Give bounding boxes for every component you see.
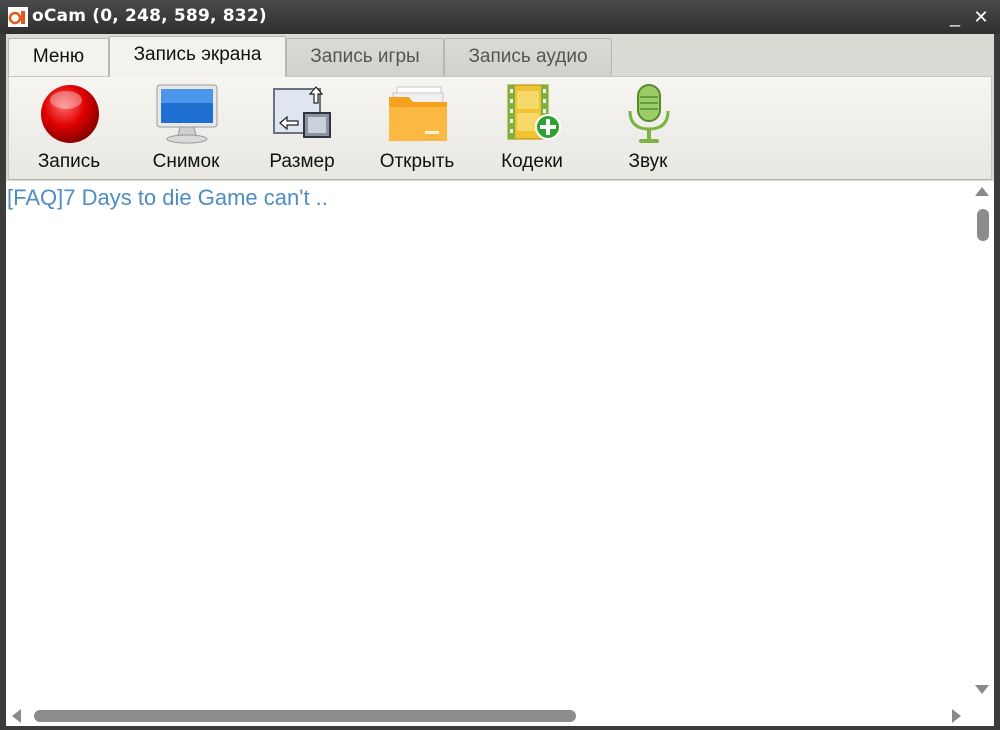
screenshot-label: Снимок [152, 151, 220, 172]
ocam-window: oCam (0, 248, 589, 832) _ ✕ Меню Запись … [0, 0, 1000, 730]
resize-icon [273, 86, 331, 138]
scroll-up-arrow-icon[interactable] [975, 187, 989, 196]
content-panel: [FAQ]7 Days to die Game can't .. [6, 181, 994, 726]
ocam-app-icon [8, 7, 28, 27]
scroll-right-arrow-icon[interactable] [952, 709, 961, 723]
minimize-button[interactable]: _ [944, 6, 966, 28]
record-icon [41, 85, 99, 143]
faq-link[interactable]: [FAQ]7 Days to die Game can't .. [7, 185, 328, 211]
sound-button[interactable]: Звук [594, 81, 702, 177]
resize-button[interactable]: Размер [248, 81, 356, 177]
title-bar[interactable]: oCam (0, 248, 589, 832) _ ✕ [0, 0, 1000, 34]
vertical-scroll-thumb[interactable] [977, 209, 989, 241]
tab-bar: Меню Запись экрана Запись игры Запись ау… [6, 34, 994, 77]
tab-game-recording[interactable]: Запись игры [286, 38, 444, 76]
tab-screen-recording[interactable]: Запись экрана [109, 36, 286, 77]
resize-label: Размер [269, 151, 335, 172]
vertical-scrollbar[interactable] [972, 181, 994, 706]
monitor-icon [156, 84, 218, 144]
codecs-label: Кодеки [501, 151, 563, 172]
window-title: oCam (0, 248, 589, 832) [32, 6, 267, 26]
record-label: Запись [37, 151, 101, 172]
tab-menu[interactable]: Меню [8, 38, 109, 76]
record-button[interactable]: Запись [15, 81, 123, 177]
film-add-icon [507, 84, 561, 140]
sound-label: Звук [628, 151, 668, 172]
horizontal-scroll-thumb[interactable] [34, 710, 576, 722]
client-area: Меню Запись экрана Запись игры Запись ау… [6, 34, 994, 726]
open-label: Открыть [379, 151, 455, 172]
microphone-icon [628, 84, 670, 143]
tab-audio-recording[interactable]: Запись аудио [444, 38, 612, 76]
screenshot-button[interactable]: Снимок [132, 81, 240, 177]
folder-icon [389, 86, 447, 141]
scroll-down-arrow-icon[interactable] [975, 685, 989, 694]
horizontal-scrollbar[interactable] [6, 706, 972, 726]
toolbar: Запись Снимок Размер Открыть Кодеки Звук [8, 76, 992, 180]
scroll-left-arrow-icon[interactable] [12, 709, 21, 723]
codecs-button[interactable]: Кодеки [478, 81, 586, 177]
open-button[interactable]: Открыть [363, 81, 471, 177]
close-button[interactable]: ✕ [970, 6, 992, 28]
